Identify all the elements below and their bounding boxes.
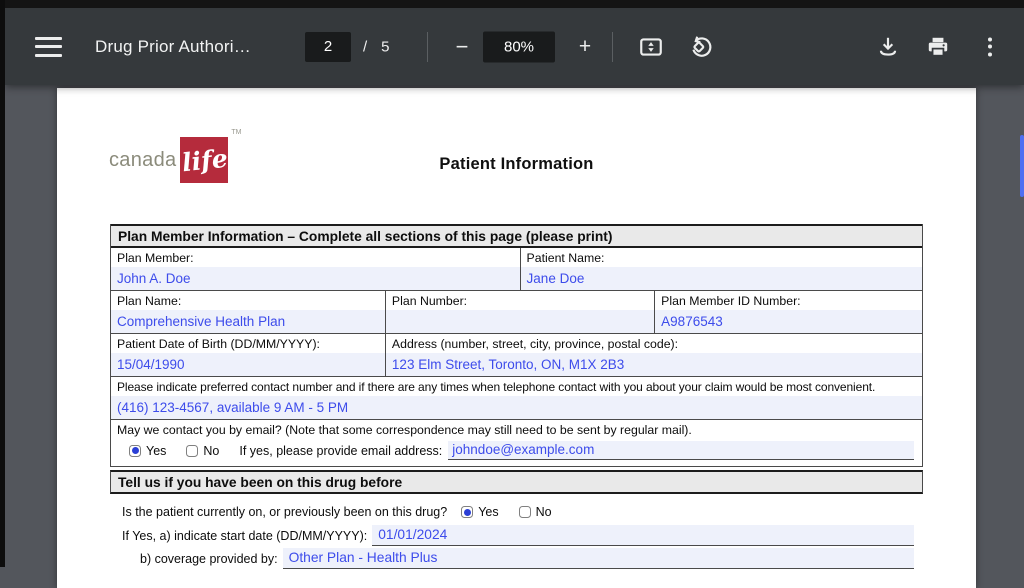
menu-bar xyxy=(35,45,62,48)
download-icon[interactable] xyxy=(870,34,906,60)
date-of-birth-label: Patient Date of Birth (DD/MM/YYYY): xyxy=(117,337,320,351)
table-row: May we contact you by email? (Note that … xyxy=(111,420,922,467)
section1-header: Plan Member Information – Complete all s… xyxy=(111,224,922,248)
drug-history-no-label: No xyxy=(535,505,552,519)
plan-member-info-table: Plan Member Information – Complete all s… xyxy=(110,224,923,467)
page-number-input[interactable]: 2 xyxy=(305,31,351,62)
pdf-page: canada life TM Patient Information Plan … xyxy=(57,88,976,588)
plan-name-label: Plan Name: xyxy=(117,294,182,308)
patient-name-label: Patient Name: xyxy=(526,251,605,265)
zoom-level-display: 80% xyxy=(483,31,555,62)
start-date-label: If Yes, a) indicate start date (DD/MM/YY… xyxy=(122,528,368,543)
fit-to-page-icon[interactable] xyxy=(633,34,669,60)
plan-member-label: Plan Member: xyxy=(117,251,194,265)
email-yes-label: Yes xyxy=(146,443,167,458)
email-prompt-label: If yes, please provide email address: xyxy=(239,443,443,458)
section2-header: Tell us if you have been on this drug be… xyxy=(110,470,923,494)
drug-history-question-label: Is the patient currently on, or previous… xyxy=(122,505,448,519)
plan-number-field[interactable] xyxy=(385,310,655,333)
trademark-symbol: TM xyxy=(231,129,242,136)
email-consent-label: May we contact you by email? (Note that … xyxy=(117,423,692,437)
email-address-field[interactable]: johndoe@example.com xyxy=(448,441,914,460)
email-no-label: No xyxy=(203,443,220,458)
drug-history-yes-label: Yes xyxy=(478,505,499,519)
table-row: Patient Date of Birth (DD/MM/YYYY): 15/0… xyxy=(111,334,922,377)
window-frame-left xyxy=(0,0,5,567)
email-yes-checkbox[interactable] xyxy=(129,444,141,457)
table-row: Plan Member: John A. Doe Patient Name: J… xyxy=(111,248,922,291)
print-icon[interactable] xyxy=(920,34,956,60)
zoom-in-button[interactable]: + xyxy=(570,35,600,59)
plan-member-id-label: Plan Member ID Number: xyxy=(661,294,801,308)
scrollbar-thumb[interactable] xyxy=(1020,135,1024,197)
menu-bar xyxy=(35,53,62,57)
drug-history-no-checkbox[interactable] xyxy=(518,506,531,518)
contact-number-field[interactable]: (416) 123-4567, available 9 AM - 5 PM xyxy=(111,396,922,419)
toolbar-separator xyxy=(427,31,428,62)
plan-name-field[interactable]: Comprehensive Health Plan xyxy=(111,310,385,333)
pdf-viewer-canvas: canada life TM Patient Information Plan … xyxy=(5,85,1024,588)
drug-history-yes-checkbox[interactable] xyxy=(461,506,474,518)
email-no-checkbox[interactable] xyxy=(186,444,199,457)
date-of-birth-field[interactable]: 15/04/1990 xyxy=(111,353,385,376)
address-field[interactable]: 123 Elm Street, Toronto, ON, M1X 2B3 xyxy=(385,353,922,376)
toolbar-separator xyxy=(612,31,613,62)
plan-member-id-field[interactable]: A9876543 xyxy=(655,310,922,333)
patient-name-field[interactable]: Jane Doe xyxy=(520,267,922,290)
menu-icon[interactable] xyxy=(35,36,62,57)
address-label: Address (number, street, city, province,… xyxy=(391,337,679,351)
pdf-toolbar: Drug Prior Authori… 2 / 5 − 80% + xyxy=(5,8,1024,85)
more-options-icon[interactable] xyxy=(975,37,1005,56)
coverage-line: b) coverage provided by: Other Plan - He… xyxy=(122,548,914,569)
window-frame-top xyxy=(0,0,1024,8)
start-date-line: If Yes, a) indicate start date (DD/MM/YY… xyxy=(122,525,914,546)
document-title: Drug Prior Authori… xyxy=(95,36,251,56)
drug-history-question: Is the patient currently on, or previous… xyxy=(122,505,552,519)
plan-member-field[interactable]: John A. Doe xyxy=(111,267,520,290)
table-row: Plan Name: Comprehensive Health Plan Pla… xyxy=(111,291,922,334)
table-row: Please indicate preferred contact number… xyxy=(111,377,922,420)
menu-bar xyxy=(35,36,62,40)
rotate-icon[interactable] xyxy=(683,34,719,60)
page-divider: / xyxy=(363,38,368,55)
page-count: / 5 xyxy=(363,38,390,55)
coverage-field[interactable]: Other Plan - Health Plus xyxy=(282,548,914,569)
zoom-out-button[interactable]: − xyxy=(447,34,477,60)
page-total: 5 xyxy=(381,38,390,55)
plan-number-label: Plan Number: xyxy=(391,294,468,308)
contact-number-label: Please indicate preferred contact number… xyxy=(117,380,876,394)
email-consent-controls: Yes No If yes, please provide email addr… xyxy=(111,439,922,466)
page-title: Patient Information xyxy=(439,155,594,173)
start-date-field[interactable]: 01/01/2024 xyxy=(372,525,914,546)
coverage-label: b) coverage provided by: xyxy=(140,551,278,566)
